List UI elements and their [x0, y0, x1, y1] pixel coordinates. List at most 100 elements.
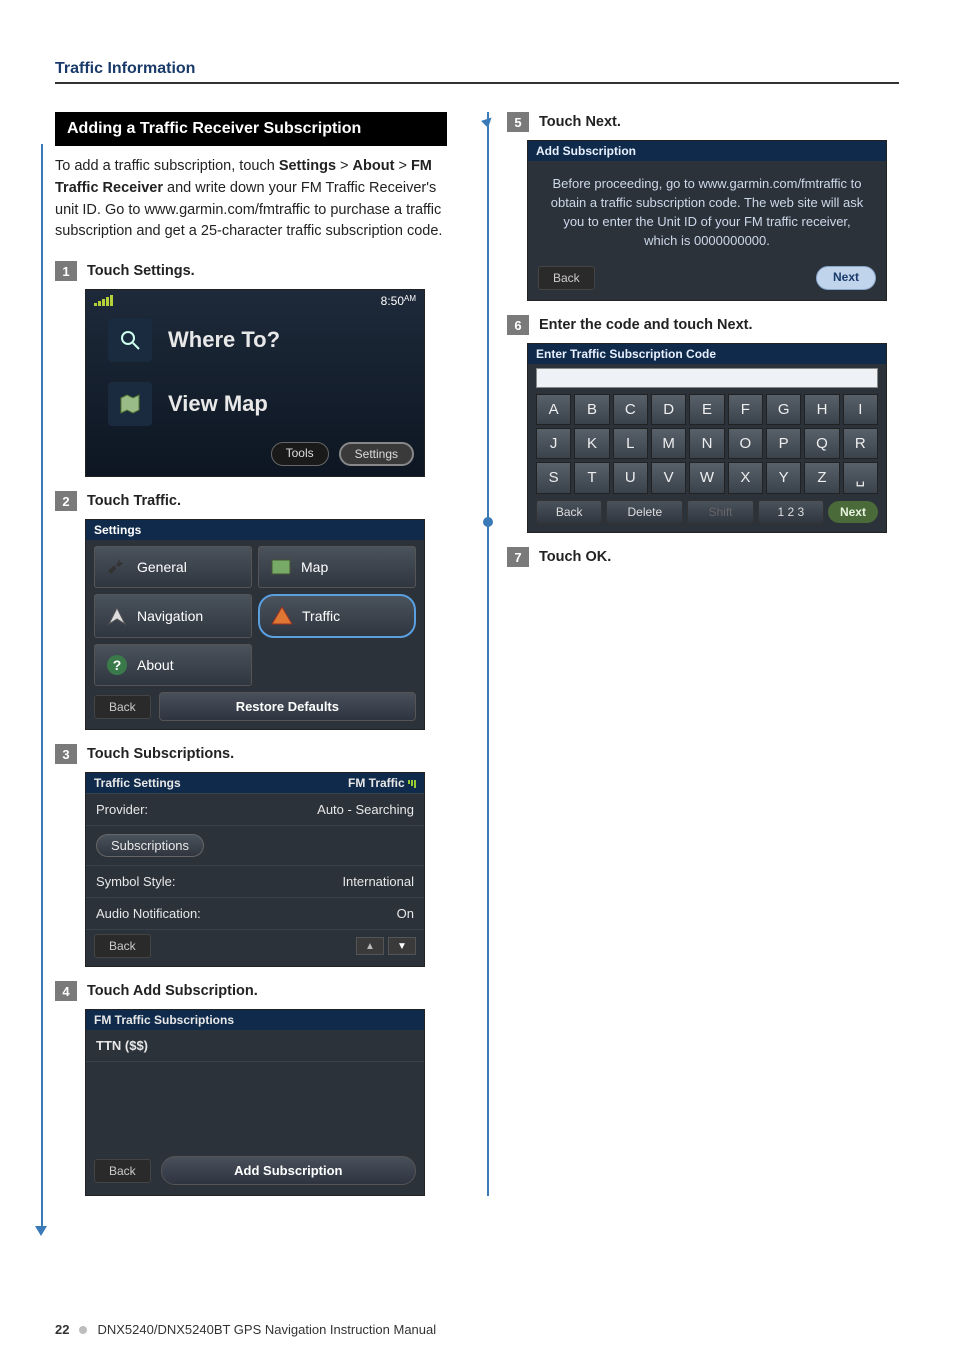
traffic-button[interactable]: Traffic: [258, 594, 416, 638]
step-4: 4 Touch Add Subscription.: [55, 981, 447, 1001]
step-1-num: 1: [55, 261, 77, 281]
key-l[interactable]: L: [613, 428, 648, 459]
key-w[interactable]: W: [689, 462, 724, 494]
traffic-icon: [270, 604, 294, 628]
wrench-icon: [105, 555, 129, 579]
key-d[interactable]: D: [651, 394, 686, 425]
screenshot-settings: Settings General Map Navigation Traffic: [85, 519, 425, 730]
add-subscription-button[interactable]: Add Subscription: [161, 1156, 416, 1185]
step-2-num: 2: [55, 491, 77, 511]
magnifier-icon: [108, 318, 152, 362]
screenshot-home: 8:50AM Where To? View Map Tools Settings: [85, 289, 425, 477]
code-input[interactable]: [536, 368, 878, 388]
screenshot-traffic-settings: Traffic Settings FM Traffic Provider: Au…: [85, 772, 425, 967]
back-button[interactable]: Back: [536, 500, 602, 524]
key-s[interactable]: S: [536, 462, 571, 494]
step-6-num: 6: [507, 315, 529, 335]
key-i[interactable]: I: [843, 394, 878, 425]
key-space[interactable]: ␣: [843, 462, 878, 494]
step-6-label: Enter the code and touch Next.: [539, 317, 753, 333]
about-label: About: [137, 657, 174, 673]
step-1-label: Touch Settings.: [87, 263, 195, 279]
back-button[interactable]: Back: [94, 1159, 151, 1183]
step-2: 2 Touch Traffic.: [55, 491, 447, 511]
provider-label: Provider:: [96, 802, 148, 817]
shift-button[interactable]: Shift: [687, 500, 753, 524]
section-header: Traffic Information: [55, 60, 899, 84]
keyboard-title: Enter Traffic Subscription Code: [528, 344, 886, 364]
tools-button[interactable]: Tools: [271, 442, 329, 466]
key-g[interactable]: G: [766, 394, 801, 425]
intro-b2: About: [353, 158, 395, 174]
step-7: 7 Touch OK.: [507, 547, 899, 567]
step-7-label: Touch OK.: [539, 549, 611, 565]
back-button[interactable]: Back: [94, 934, 151, 958]
where-to-row[interactable]: Where To?: [86, 308, 424, 372]
key-t[interactable]: T: [574, 462, 609, 494]
key-u[interactable]: U: [613, 462, 648, 494]
symbol-style-value: International: [342, 874, 414, 889]
key-n[interactable]: N: [689, 428, 724, 459]
subscriptions-label: Subscriptions: [96, 834, 204, 857]
screenshot-fm-subscriptions: FM Traffic Subscriptions TTN ($$) Back A…: [85, 1009, 425, 1196]
key-x[interactable]: X: [728, 462, 763, 494]
navigation-button[interactable]: Navigation: [94, 594, 252, 638]
key-m[interactable]: M: [651, 428, 686, 459]
audio-row[interactable]: Audio Notification: On: [86, 897, 424, 929]
key-j[interactable]: J: [536, 428, 571, 459]
key-y[interactable]: Y: [766, 462, 801, 494]
key-r[interactable]: R: [843, 428, 878, 459]
key-h[interactable]: H: [804, 394, 839, 425]
key-c[interactable]: C: [613, 394, 648, 425]
general-label: General: [137, 559, 187, 575]
step-5: 5 Touch Next.: [507, 112, 899, 132]
step-3-label: Touch Subscriptions.: [87, 746, 234, 762]
subscriptions-row[interactable]: Subscriptions: [86, 825, 424, 865]
key-p[interactable]: P: [766, 428, 801, 459]
symbol-style-row[interactable]: Symbol Style: International: [86, 865, 424, 897]
key-b[interactable]: B: [574, 394, 609, 425]
intro-gt2: >: [394, 158, 411, 174]
key-z[interactable]: Z: [804, 462, 839, 494]
numeric-button[interactable]: 1 2 3: [758, 500, 824, 524]
question-icon: ?: [105, 653, 129, 677]
key-k[interactable]: K: [574, 428, 609, 459]
settings-button[interactable]: Settings: [339, 442, 414, 466]
screenshot-keyboard: Enter Traffic Subscription Code A B C D …: [527, 343, 887, 533]
map-settings-icon: [269, 555, 293, 579]
next-button[interactable]: Next: [816, 266, 876, 290]
delete-button[interactable]: Delete: [606, 500, 683, 524]
key-q[interactable]: Q: [804, 428, 839, 459]
map-button[interactable]: Map: [258, 546, 416, 588]
down-arrow-icon[interactable]: ▼: [388, 937, 416, 955]
key-v[interactable]: V: [651, 462, 686, 494]
signal-small-icon: [408, 780, 416, 788]
step-3-num: 3: [55, 744, 77, 764]
intro-b1: Settings: [279, 158, 336, 174]
fm-traffic-indicator: FM Traffic: [348, 776, 416, 790]
footer-title: DNX5240/DNX5240BT GPS Navigation Instruc…: [97, 1322, 436, 1337]
next-button[interactable]: Next: [828, 501, 878, 523]
key-f[interactable]: F: [728, 394, 763, 425]
step-3: 3 Touch Subscriptions.: [55, 744, 447, 764]
view-map-row[interactable]: View Map: [86, 372, 424, 436]
provider-row[interactable]: Provider: Auto - Searching: [86, 793, 424, 825]
map-icon: [108, 382, 152, 426]
footer-dot-icon: [79, 1326, 87, 1334]
about-button[interactable]: ? About: [94, 644, 252, 686]
add-sub-title: Add Subscription: [528, 141, 886, 161]
where-to-label: Where To?: [168, 327, 280, 353]
provider-value: Auto - Searching: [317, 802, 414, 817]
key-a[interactable]: A: [536, 394, 571, 425]
back-button[interactable]: Back: [94, 695, 151, 719]
key-o[interactable]: O: [728, 428, 763, 459]
intro-text: To add a traffic subscription, touch Set…: [55, 156, 447, 243]
step-5-label: Touch Next.: [539, 114, 621, 130]
back-button[interactable]: Back: [538, 266, 595, 290]
fm-subs-title: FM Traffic Subscriptions: [86, 1010, 424, 1030]
key-e[interactable]: E: [689, 394, 724, 425]
up-arrow-icon[interactable]: ▲: [356, 937, 384, 955]
subscription-item[interactable]: TTN ($$): [86, 1030, 424, 1062]
restore-defaults-button[interactable]: Restore Defaults: [159, 692, 416, 721]
general-button[interactable]: General: [94, 546, 252, 588]
